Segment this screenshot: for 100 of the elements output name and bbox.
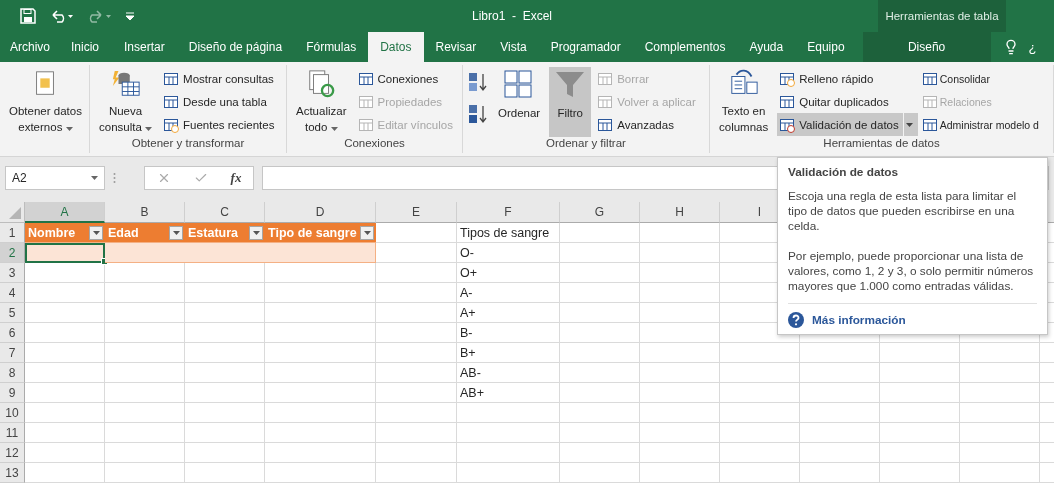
grid-cell[interactable] [560,463,640,483]
grid-cell[interactable] [185,263,265,283]
grid-cell[interactable] [640,343,720,363]
grid-cell[interactable] [376,263,457,283]
grid-cell[interactable] [800,423,880,443]
grid-cell[interactable] [880,443,960,463]
grid-cell[interactable] [560,343,640,363]
grid-cell[interactable] [457,463,560,483]
ribbon-button[interactable]: Ordenar [493,67,546,137]
grid-cell[interactable] [376,463,457,483]
filter-button[interactable] [360,225,374,240]
grid-cell[interactable] [25,303,105,323]
sort-ascending-icon[interactable] [467,71,489,93]
ribbon-button[interactable]: Quitar duplicados [777,90,918,113]
grid-cell[interactable] [720,463,800,483]
row-header[interactable]: 8 [0,363,25,383]
grid-cell[interactable] [265,263,376,283]
grid-cell[interactable] [960,423,1040,443]
row-header[interactable]: 5 [0,303,25,323]
grid-cell[interactable] [376,363,457,383]
grid-cell[interactable] [25,423,105,443]
ribbon-tab[interactable]: Insertar [112,32,177,62]
grid-cell[interactable] [185,343,265,363]
grid-cell[interactable] [25,383,105,403]
grid-cell[interactable] [960,443,1040,463]
ribbon-tab[interactable]: Equipo [795,32,857,62]
grid-cell[interactable] [457,443,560,463]
grid-cell[interactable] [376,243,457,263]
undo-icon[interactable] [50,9,74,23]
grid-cell[interactable] [25,463,105,483]
row-header[interactable]: 4 [0,283,25,303]
grid-cell[interactable] [640,423,720,443]
table-cell[interactable] [265,243,376,263]
column-header[interactable]: G [560,202,640,223]
grid-cell[interactable] [25,343,105,363]
grid-cell[interactable] [265,463,376,483]
ribbon-button[interactable]: Obtener datos externos [4,67,87,137]
grid-cell[interactable] [560,303,640,323]
ribbon-tab[interactable]: Diseño [862,32,991,62]
grid-cell[interactable] [800,343,880,363]
grid-cell[interactable] [105,363,185,383]
grid-cell[interactable] [376,423,457,443]
grid-cell[interactable] [105,383,185,403]
grid-cell[interactable] [560,363,640,383]
ribbon-button[interactable]: Relleno rápido [777,67,918,90]
grid-cell[interactable] [25,283,105,303]
grid-cell[interactable] [376,403,457,423]
row-header[interactable]: 1 [0,223,25,243]
grid-cell[interactable] [880,403,960,423]
row-header[interactable]: 12 [0,443,25,463]
ribbon-button[interactable]: Texto en columnas [714,67,774,137]
grid-cell[interactable] [265,403,376,423]
grid-cell[interactable] [265,303,376,323]
row-header[interactable]: 7 [0,343,25,363]
ribbon-tab[interactable]: Datos [368,32,424,62]
grid-cell[interactable] [640,463,720,483]
column-header[interactable]: H [640,202,720,223]
grid-cell[interactable] [960,363,1040,383]
grid-cell[interactable] [960,383,1040,403]
grid-cell[interactable] [880,383,960,403]
grid-cell[interactable] [265,323,376,343]
grid-cell[interactable] [960,463,1040,483]
ribbon-tab[interactable]: Programador [538,32,633,62]
column-header[interactable]: A [25,202,105,223]
grid-cell[interactable] [560,383,640,403]
grid-cell[interactable] [960,343,1040,363]
row-header[interactable]: 2 [0,243,25,263]
grid-cell[interactable] [105,263,185,283]
grid-cell[interactable] [800,403,880,423]
ribbon-button[interactable]: Fuentes recientes [161,113,277,136]
row-header[interactable]: 10 [0,403,25,423]
insert-function-button[interactable]: fx [230,169,242,186]
grid-cell[interactable] [105,443,185,463]
active-cell[interactable] [25,243,105,263]
ribbon-tab[interactable]: Archivo [2,32,58,62]
customize-icon[interactable] [126,12,134,20]
grid-cell[interactable] [640,303,720,323]
grid-cell[interactable] [185,283,265,303]
grid-cell[interactable] [105,303,185,323]
grid-cell[interactable] [376,383,457,403]
grid-cell[interactable] [185,323,265,343]
grid-cell[interactable] [265,283,376,303]
grid-cell[interactable] [185,423,265,443]
grid-cell[interactable]: B+ [457,343,560,363]
grid-cell[interactable] [560,403,640,423]
grid-cell[interactable] [560,243,640,263]
grid-cell[interactable] [457,403,560,423]
grid-cell[interactable] [265,383,376,403]
grid-cell[interactable] [265,343,376,363]
grid-cell[interactable] [376,443,457,463]
ribbon-tab[interactable]: Fórmulas [294,32,369,62]
grid-cell[interactable] [25,403,105,423]
ribbon-tab[interactable]: Vista [488,32,539,62]
sort-descending-icon[interactable] [467,103,489,125]
name-box[interactable]: A2 [5,165,105,190]
grid-cell[interactable] [105,283,185,303]
grid-cell[interactable] [25,443,105,463]
grid-cell[interactable] [560,423,640,443]
grid-cell[interactable] [640,323,720,343]
table-cell[interactable] [105,243,185,263]
